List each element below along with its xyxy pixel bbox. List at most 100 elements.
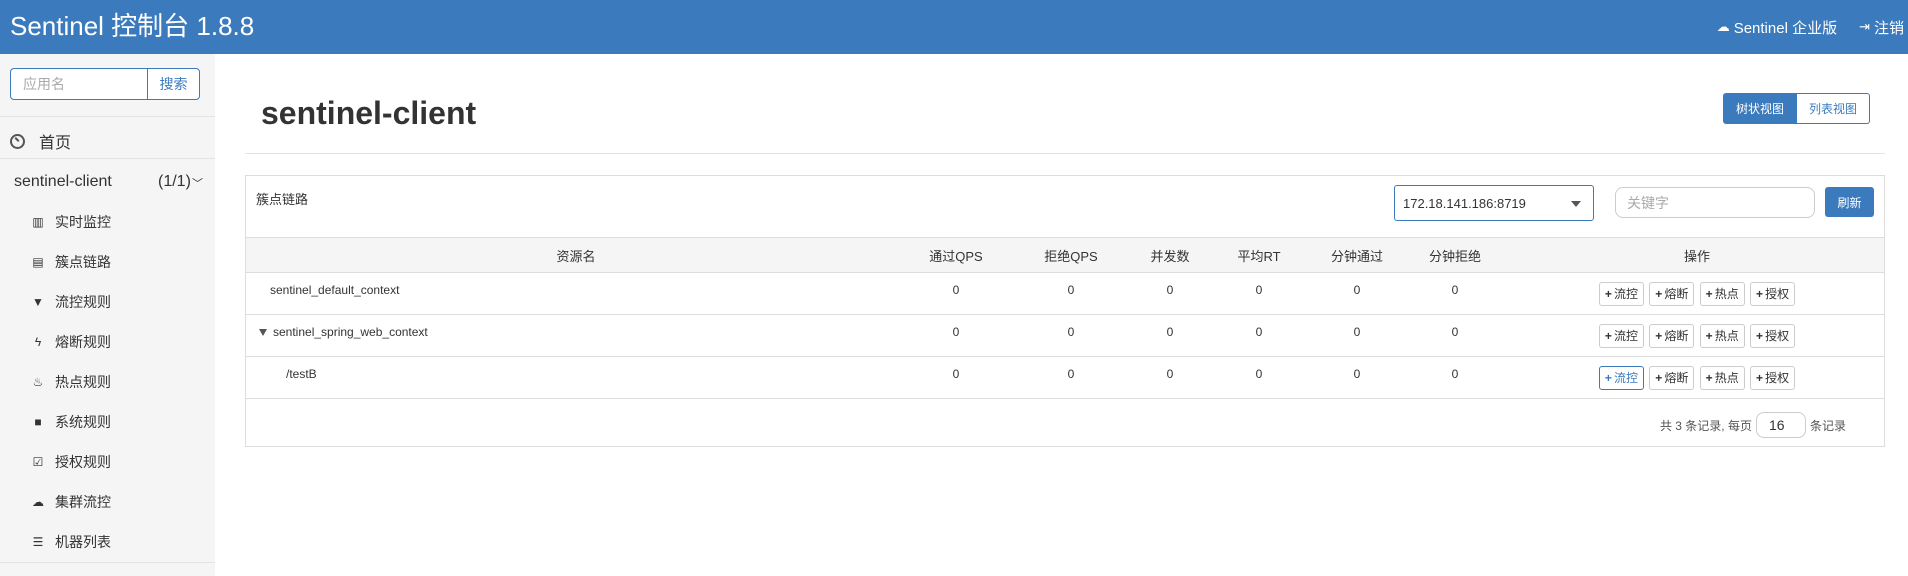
sidebar-item-cluster-flow[interactable]: ☁ 集群流控: [31, 490, 111, 514]
cluster-link-panel: 簇点链路 172.18.141.186:8719 刷新 资源名 通过QPS 拒绝…: [245, 175, 1885, 447]
resource-name: sentinel_default_context: [270, 283, 400, 297]
page-size-input[interactable]: [1755, 412, 1806, 438]
pagination: 共 3 条记录, 每页 条记录: [1660, 412, 1846, 438]
add-authority-rule-button[interactable]: + 授权: [1750, 324, 1796, 348]
caret-down-icon: [1571, 201, 1581, 207]
search-button[interactable]: 搜索: [147, 68, 200, 100]
sidebar-item-label: 热点规则: [55, 374, 111, 390]
record-suffix: 条记录: [1809, 418, 1846, 433]
cloud-icon: ☁: [1716, 19, 1730, 34]
plus-icon: +: [1756, 329, 1764, 343]
tree-view-button[interactable]: 树状视图: [1723, 93, 1798, 124]
add-authority-rule-button[interactable]: + 授权: [1750, 282, 1796, 306]
app-brand-title[interactable]: Sentinel 控制台 1.8.8: [10, 0, 254, 54]
pass-qps: 0: [952, 367, 960, 381]
add-flow-rule-button[interactable]: + 流控: [1598, 282, 1644, 306]
logout-icon: ⇥: [1859, 19, 1870, 34]
column-header: 操作: [1510, 237, 1884, 273]
add-param-rule-button[interactable]: + 热点: [1699, 366, 1745, 390]
refresh-button[interactable]: 刷新: [1825, 187, 1874, 217]
add-degrade-rule-button[interactable]: + 熔断: [1649, 366, 1695, 390]
plus-icon: +: [1655, 371, 1663, 385]
block-qps: 0: [1067, 325, 1075, 339]
sidebar-app-sentinel-client[interactable]: sentinel-client (1/1) ﹀: [14, 167, 204, 197]
resource-name-cell: sentinel_spring_web_context: [246, 315, 906, 357]
thread-count: 0: [1166, 283, 1174, 297]
add-param-rule-button[interactable]: + 热点: [1699, 324, 1745, 348]
divider: [0, 158, 215, 159]
keyword-input[interactable]: [1615, 187, 1815, 218]
column-header: 分钟拒绝: [1400, 237, 1510, 273]
minute-block: 0: [1451, 367, 1459, 381]
add-degrade-rule-button[interactable]: + 熔断: [1649, 324, 1695, 348]
resource-name: /testB: [286, 367, 317, 381]
add-flow-rule-button[interactable]: + 流控: [1598, 324, 1644, 348]
list-alt-icon: ▤: [32, 255, 44, 269]
sidebar-item-label: 首页: [39, 135, 72, 152]
thread-count: 0: [1166, 367, 1174, 381]
column-header: 拒绝QPS: [1006, 237, 1136, 273]
table-header-row: 资源名 通过QPS 拒绝QPS 并发数 平均RT 分钟通过 分钟拒绝 操作: [246, 237, 1884, 273]
minute-block: 0: [1451, 283, 1459, 297]
logout-link[interactable]: ⇥ 注销: [1859, 17, 1908, 38]
plus-icon: +: [1705, 287, 1713, 301]
plus-icon: +: [1705, 371, 1713, 385]
panel-title: 簇点链路: [256, 192, 309, 207]
sidebar-item-flow-rules[interactable]: ▼ 流控规则: [31, 290, 111, 314]
enterprise-link[interactable]: ☁ Sentinel 企业版: [1717, 17, 1837, 38]
add-degrade-rule-button[interactable]: + 熔断: [1649, 282, 1695, 306]
divider: [245, 153, 1885, 154]
th-list-icon: ☰: [32, 535, 44, 549]
pass-qps: 0: [952, 283, 960, 297]
table-row: sentinel_default_context 0 0 0 0 0 0 + 流控…: [246, 273, 1884, 315]
column-header: 并发数: [1136, 237, 1204, 273]
sidebar-item-home[interactable]: 首页: [10, 126, 71, 156]
cloud-icon: ☁: [32, 495, 44, 509]
bar-chart-icon: ▥: [32, 215, 44, 229]
sidebar-item-label: 簇点链路: [55, 254, 111, 270]
sidebar-item-degrade-rules[interactable]: ϟ 熔断规则: [31, 330, 111, 354]
sidebar: 搜索 首页 sentinel-client (1/1) ﹀ ▥ 实时监控 ▤ 簇…: [0, 54, 215, 576]
divider: [0, 562, 215, 563]
sidebar-item-authority-rules[interactable]: ☑ 授权规则: [31, 450, 111, 474]
sidebar-item-label: 系统规则: [55, 414, 111, 430]
sidebar-item-cluster-link[interactable]: ▤ 簇点链路: [31, 250, 111, 274]
sidebar-item-label: 集群流控: [55, 494, 111, 510]
sidebar-item-label: 熔断规则: [55, 334, 111, 350]
add-param-rule-button[interactable]: + 热点: [1699, 282, 1745, 306]
app-search: 搜索: [10, 68, 200, 100]
add-flow-rule-button[interactable]: + 流控: [1598, 366, 1644, 390]
collapse-triangle-icon[interactable]: [259, 329, 267, 337]
row-actions: + 流控 + 熔断 + 热点 + 授权: [1510, 315, 1884, 357]
sidebar-item-label: 授权规则: [55, 454, 111, 470]
pass-qps: 0: [952, 325, 960, 339]
avg-rt: 0: [1255, 367, 1263, 381]
sidebar-item-param-flow-rules[interactable]: ♨ 热点规则: [31, 370, 111, 394]
machine-select[interactable]: 172.18.141.186:8719: [1394, 185, 1594, 221]
app-search-input[interactable]: [10, 68, 147, 100]
plus-icon: +: [1756, 287, 1764, 301]
sidebar-item-label: 流控规则: [55, 294, 111, 310]
minute-pass: 0: [1353, 367, 1361, 381]
avg-rt: 0: [1255, 283, 1263, 297]
filter-icon: ▼: [32, 295, 44, 309]
view-toggle: 树状视图 列表视图: [1723, 93, 1871, 124]
row-actions: + 流控 + 熔断 + 热点 + 授权: [1510, 273, 1884, 315]
enterprise-link-label: Sentinel 企业版: [1733, 19, 1838, 37]
column-header: 分钟通过: [1314, 237, 1400, 273]
add-authority-rule-button[interactable]: + 授权: [1750, 366, 1796, 390]
lock-icon: ■: [34, 415, 42, 429]
resource-name: sentinel_spring_web_context: [273, 325, 428, 339]
check-icon: ☑: [32, 455, 44, 469]
list-view-button[interactable]: 列表视图: [1797, 93, 1871, 124]
plus-icon: +: [1655, 287, 1663, 301]
page-title: sentinel-client: [261, 95, 477, 131]
sidebar-item-realtime-monitor[interactable]: ▥ 实时监控: [31, 210, 111, 234]
sidebar-item-system-rules[interactable]: ■ 系统规则: [31, 410, 111, 434]
record-summary: 共 3 条记录, 每页: [1659, 418, 1752, 433]
sidebar-item-label: 机器列表: [55, 534, 111, 550]
table-row: /testB 0 0 0 0 0 0 + 流控 + 熔断 + 热点 + 授权: [246, 357, 1884, 399]
minute-pass: 0: [1353, 325, 1361, 339]
sidebar-item-machine-list[interactable]: ☰ 机器列表: [31, 530, 111, 554]
top-navbar: Sentinel 控制台 1.8.8 ☁ Sentinel 企业版 ⇥ 注销: [0, 0, 1908, 54]
